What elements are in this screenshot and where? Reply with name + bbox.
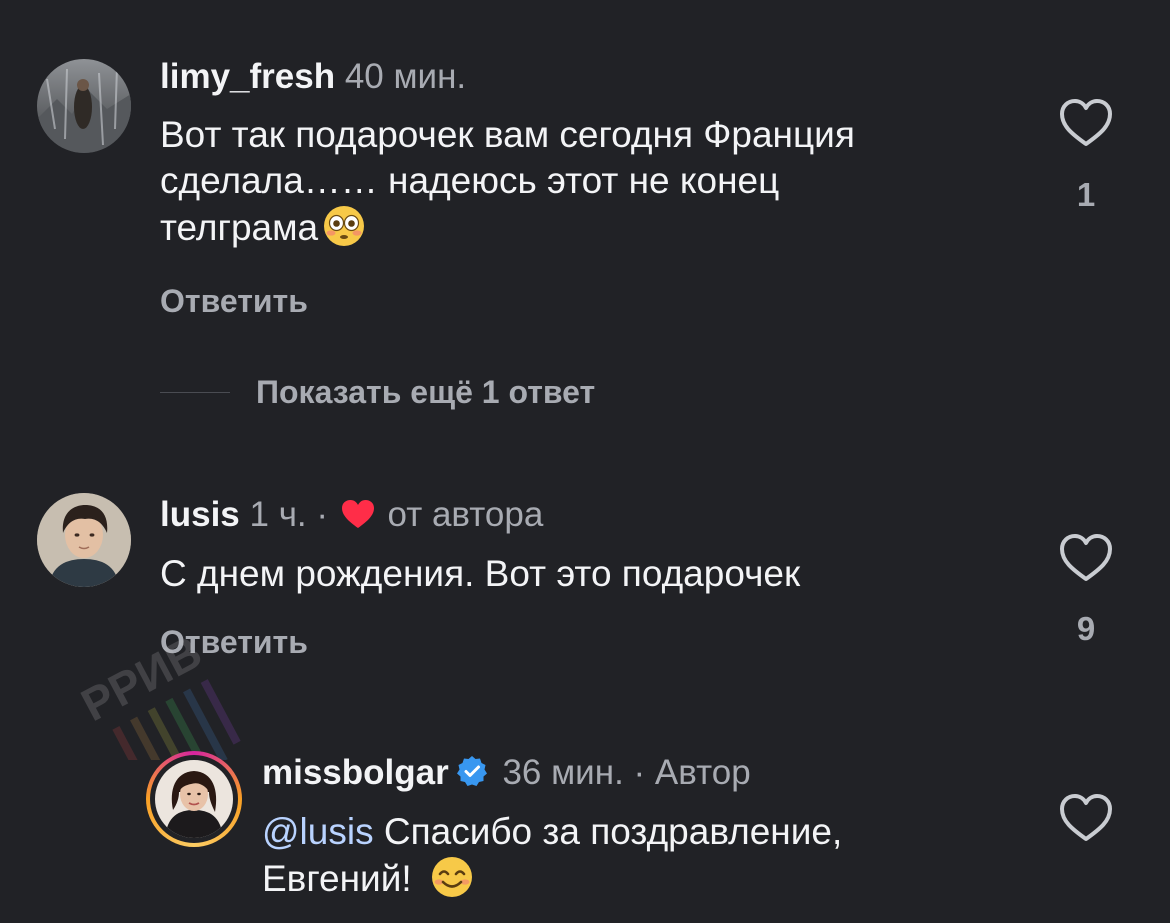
separator-dot: ·	[633, 753, 646, 792]
heart-icon[interactable]	[1058, 98, 1114, 148]
verified-badge-icon	[456, 756, 487, 786]
comment-text-line: сделала…… надеюсь этот не конец	[160, 160, 780, 201]
comment-text-content: Евгений!	[262, 858, 422, 899]
watermark-logo: PPИВ	[73, 625, 241, 760]
like-count: 1	[1076, 176, 1096, 213]
story-ring[interactable]	[146, 751, 242, 847]
comment-text-line: С днем рождения. Вот это подарочек	[160, 553, 801, 594]
comment-text: @lusis Спасибо за поздравление, Евгений!	[262, 809, 842, 902]
username[interactable]: lusis	[160, 495, 240, 534]
comment-text-line: телграма	[160, 204, 855, 251]
comment-meta: missbolgar 36 мин. · Автор	[262, 753, 751, 793]
separator-dot: ·	[316, 495, 329, 534]
timestamp: 36 мин.	[502, 753, 624, 792]
reply-button[interactable]: Ответить	[160, 624, 308, 661]
timestamp: 40 мин.	[344, 57, 467, 96]
avatar[interactable]	[37, 493, 131, 587]
by-author-label: от автора	[387, 495, 544, 534]
comment-text-line: Евгений!	[262, 855, 842, 902]
flushed-face-icon	[324, 206, 365, 246]
comment-text: Вот так подарочек вам сегодня Франция сд…	[160, 112, 855, 251]
avatar[interactable]	[37, 59, 131, 153]
heart-icon[interactable]	[1058, 793, 1114, 843]
comment-text-line: @lusis Спасибо за поздравление,	[262, 809, 842, 855]
comment-text-line: Вот так подарочек вам сегодня Франция	[160, 114, 855, 155]
username[interactable]: limy_fresh	[160, 57, 335, 96]
comment-text-content: Спасибо за поздравление,	[373, 811, 843, 852]
mention-link[interactable]: @lusis	[262, 811, 374, 852]
comment-text: С днем рождения. Вот это подарочек	[160, 551, 800, 597]
author-label: Автор	[654, 753, 751, 792]
comments-thread: limy_fresh 40 мин. Вот так подарочек вам…	[0, 0, 1170, 923]
avatar	[155, 760, 233, 838]
reply-button[interactable]: Ответить	[160, 283, 308, 320]
username[interactable]: missbolgar	[262, 753, 449, 792]
show-more-replies-button[interactable]: Показать ещё 1 ответ	[160, 372, 595, 412]
creator-heart-icon	[341, 500, 374, 528]
comment-meta: lusis 1 ч. · от автора	[160, 495, 543, 535]
comment-text-line-content: телграма	[160, 207, 319, 248]
smiling-face-icon	[431, 857, 472, 897]
show-more-replies-label: Показать ещё 1 ответ	[256, 373, 596, 410]
heart-icon[interactable]	[1058, 533, 1114, 583]
comment-meta: limy_fresh 40 мин.	[160, 57, 466, 97]
divider	[160, 391, 230, 393]
timestamp: 1 ч.	[249, 495, 307, 534]
like-count: 9	[1076, 610, 1096, 647]
